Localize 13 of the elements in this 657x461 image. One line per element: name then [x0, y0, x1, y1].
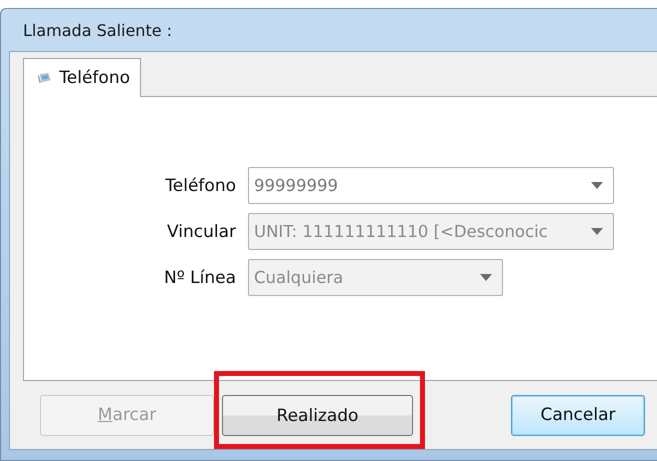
tab[interactable]: Teléfono — [23, 58, 141, 97]
window-title: Llamada Saliente : — [22, 20, 174, 42]
field-label: Teléfono — [164, 176, 237, 196]
phone-icon — [38, 70, 52, 86]
dropdown-arrow-icon — [591, 228, 603, 235]
dropdown-arrow-icon — [480, 274, 492, 281]
dropdown-arrow-icon — [591, 182, 603, 189]
dialog-button[interactable]: Realizado — [222, 395, 413, 436]
dialog-button[interactable]: Cancelar — [511, 394, 645, 436]
dropdown-field[interactable]: 99999999 — [248, 167, 614, 204]
tab-label: Teléfono — [59, 68, 130, 88]
field-label: Vincular — [166, 222, 237, 242]
field-label: Nº Línea — [163, 268, 237, 288]
